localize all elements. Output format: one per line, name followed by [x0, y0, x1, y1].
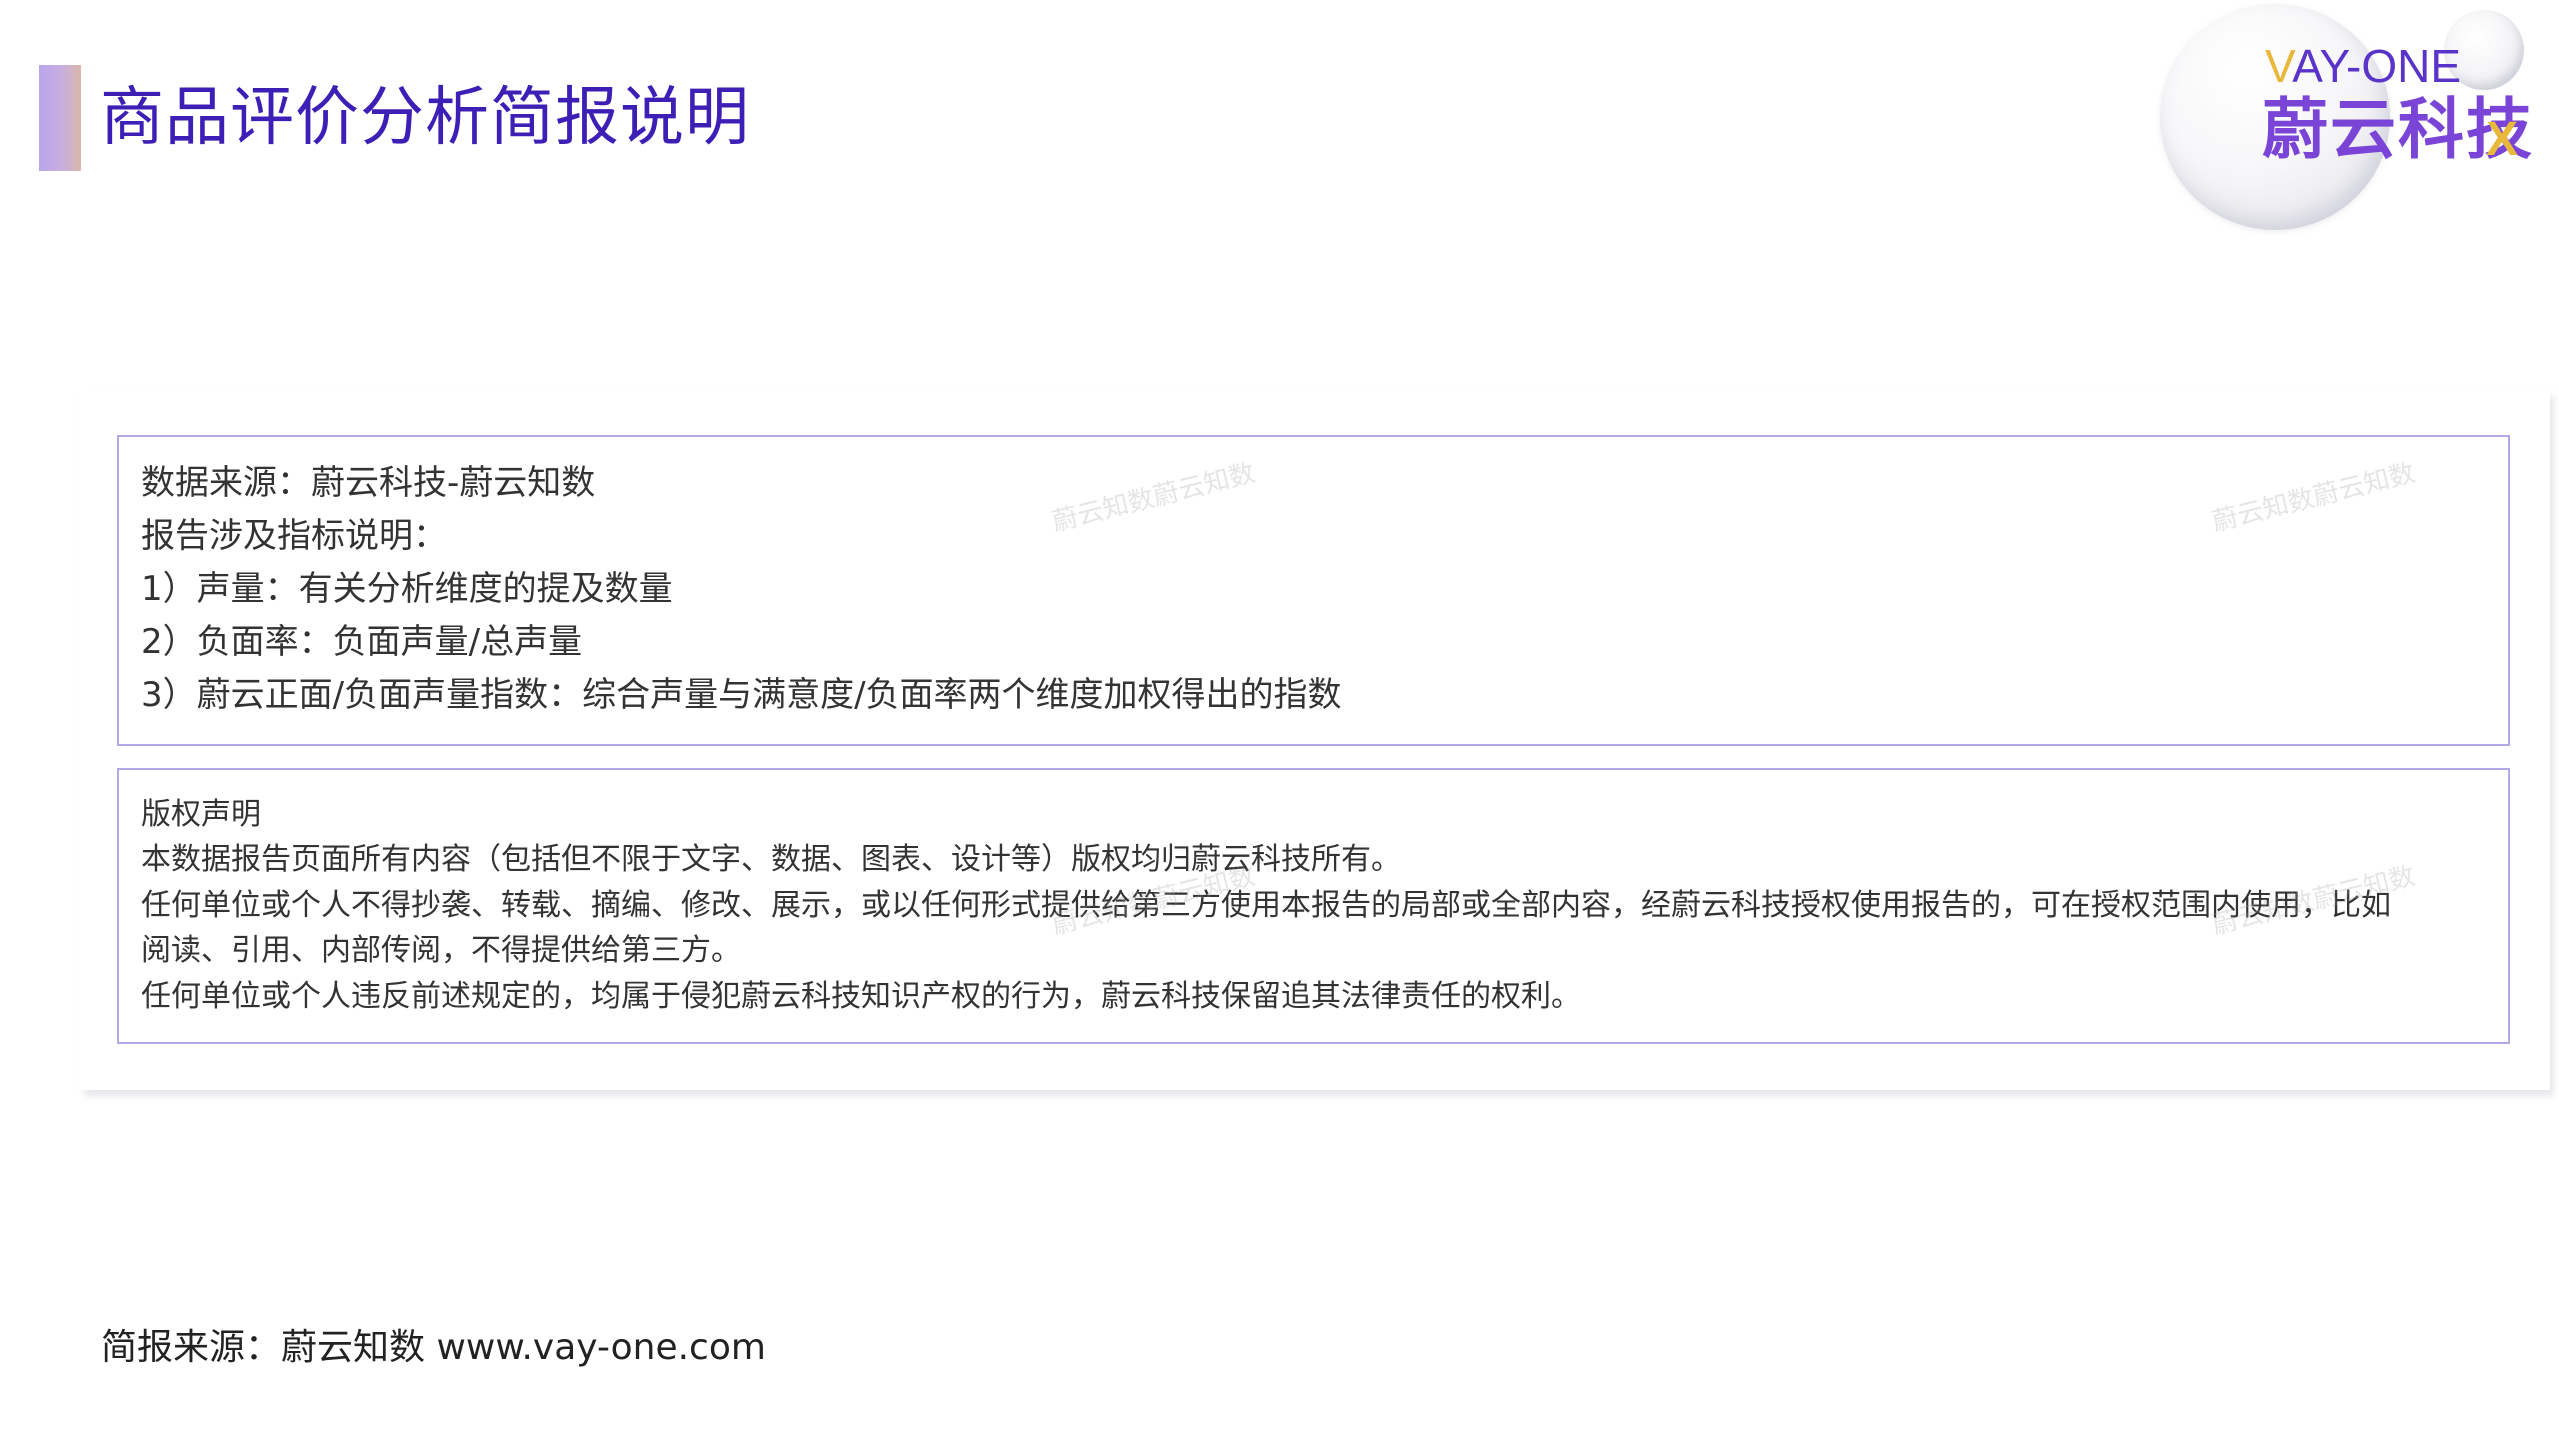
metric-index: 3）蔚云正面/负面声量指数：综合声量与满意度/负面率两个维度加权得出的指数 [141, 675, 1342, 715]
copyright-heading: 版权声明 [141, 797, 261, 832]
logo-english-rest: AY-ONE [2292, 40, 2462, 92]
data-source-box: 数据来源：蔚云科技-蔚云知数 报告涉及指标说明： 1）声量：有关分析维度的提及数… [117, 435, 2510, 746]
title-accent-bar [39, 65, 81, 171]
copyright-line: 阅读、引用、内部传阅，不得提供给第三方。 [141, 933, 741, 968]
report-note-screenshot: 数据来源：蔚云科技-蔚云知数 报告涉及指标说明： 1）声量：有关分析维度的提及数… [80, 390, 2550, 1090]
metrics-heading: 报告涉及指标说明： [141, 516, 447, 556]
logo-v-letter: V [2265, 40, 2293, 92]
slide-page: 商品评价分析简报说明 VAY-ONE 蔚云科技 X 数据来源：蔚云科技-蔚云知数… [0, 0, 2559, 1439]
copyright-line: 任何单位或个人违反前述规定的，均属于侵犯蔚云科技知识产权的行为，蔚云科技保留追其… [141, 978, 1581, 1014]
data-source-line: 数据来源：蔚云科技-蔚云知数 [141, 463, 596, 503]
metric-volume: 1）声量：有关分析维度的提及数量 [141, 569, 673, 609]
logo-english-text: VAY-ONE [2265, 38, 2461, 94]
metric-negative-rate: 2）负面率：负面声量/总声量 [141, 622, 583, 662]
copyright-line: 任何单位或个人不得抄袭、转载、摘编、修改、展示，或以任何形式提供给第三方使用本报… [141, 887, 2391, 923]
copyright-line: 本数据报告页面所有内容（包括但不限于文字、数据、图表、设计等）版权均归蔚云科技所… [141, 842, 1401, 877]
page-title: 商品评价分析简报说明 [100, 81, 750, 155]
copyright-box: 版权声明 本数据报告页面所有内容（包括但不限于文字、数据、图表、设计等）版权均归… [117, 768, 2510, 1044]
footer-source: 简报来源：蔚云知数 www.vay-one.com [101, 1327, 766, 1368]
logo-x-mark: X [2486, 113, 2519, 166]
